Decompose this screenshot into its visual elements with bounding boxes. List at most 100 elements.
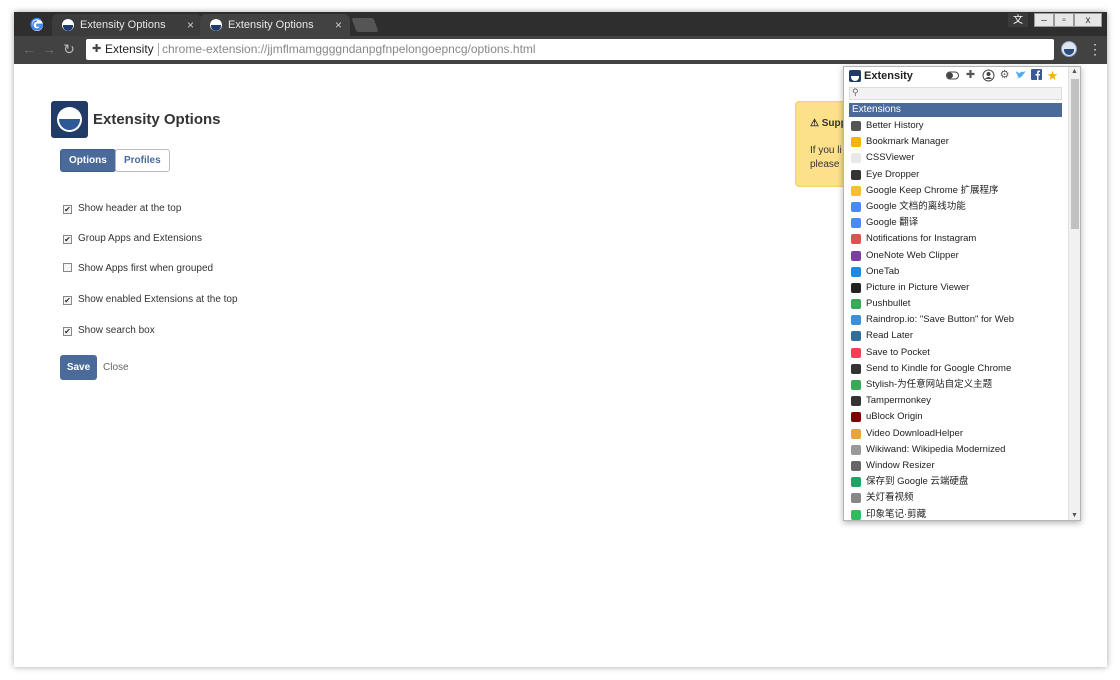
extension-label: Window Resizer (866, 459, 935, 471)
extension-item[interactable]: Google 文档的离线功能 (849, 199, 1064, 215)
extension-item[interactable]: Google Keep Chrome 扩展程序 (849, 183, 1064, 199)
forward-button[interactable]: → (40, 40, 58, 58)
option-row[interactable]: ✔ Show enabled Extensions at the top (63, 294, 238, 305)
new-tab-button[interactable] (351, 18, 379, 32)
close-tab-icon[interactable]: × (187, 14, 194, 36)
extension-item[interactable]: Tampermonkey (849, 393, 1064, 409)
address-bar[interactable]: ✚ Extensity chrome-extension://jjmflmamg… (86, 39, 1054, 60)
extension-icon (851, 282, 861, 293)
browser-tab[interactable]: Extensity Options × (52, 14, 202, 36)
extension-label: 印象笔记·剪藏 (866, 508, 927, 520)
extension-item[interactable]: Send to Kindle for Google Chrome (849, 361, 1064, 377)
star-icon[interactable]: ★ (1046, 69, 1059, 82)
close-tab-icon[interactable]: × (335, 14, 342, 36)
extension-item[interactable]: Google 翻译 (849, 215, 1064, 231)
extension-item[interactable]: Better History (849, 118, 1064, 134)
extension-item[interactable]: Pushbullet (849, 296, 1064, 312)
twitter-icon[interactable] (1014, 69, 1027, 82)
extension-item[interactable]: 关灯看视频 (849, 490, 1064, 506)
puzzle-icon[interactable]: ✚ (964, 69, 977, 82)
option-checkbox[interactable]: ✔ (63, 327, 72, 336)
option-checkbox[interactable] (63, 263, 72, 272)
toggle-icon[interactable] (946, 69, 959, 82)
extension-label: Save to Pocket (866, 346, 930, 358)
extensity-favicon-icon (210, 19, 222, 31)
extension-item[interactable]: Wikiwand: Wikipedia Modernized (849, 442, 1064, 458)
option-row[interactable]: ✔ Group Apps and Extensions (63, 233, 202, 244)
puzzle-icon: ✚ (92, 43, 102, 55)
browser-tab-active[interactable]: Extensity Options × (200, 14, 350, 36)
extension-icon (851, 412, 861, 423)
extension-label: OneTab (866, 265, 900, 277)
extension-label: 关灯看视频 (866, 492, 914, 504)
close-window-button[interactable]: x (1074, 13, 1102, 27)
popup-title: Extensity (864, 70, 913, 82)
extension-item[interactable]: OneTab (849, 264, 1064, 280)
tab-options[interactable]: Options (60, 149, 116, 172)
page-title: Extensity Options (93, 111, 221, 128)
extension-icon (851, 460, 861, 471)
extension-item[interactable]: uBlock Origin (849, 409, 1064, 425)
extension-icon (851, 347, 861, 358)
extension-item[interactable]: Raindrop.io: "Save Button" for Web (849, 312, 1064, 328)
option-checkbox[interactable]: ✔ (63, 296, 72, 305)
extension-item[interactable]: CSSViewer (849, 150, 1064, 166)
option-checkbox[interactable]: ✔ (63, 235, 72, 244)
divider (158, 43, 159, 56)
browser-toolbar: ← → ↻ ✚ Extensity chrome-extension://jjm… (14, 36, 1107, 64)
extension-item[interactable]: OneNote Web Clipper (849, 248, 1064, 264)
option-row[interactable]: ✔ Show search box (63, 325, 155, 336)
extension-label: OneNote Web Clipper (866, 249, 959, 261)
maximize-button[interactable]: ▫ (1054, 13, 1074, 27)
extension-label: Better History (866, 120, 924, 131)
extension-item[interactable]: Read Later (849, 328, 1064, 344)
browser-menu-icon[interactable]: ⋮ (1088, 40, 1102, 58)
popup-search-input[interactable]: ⚲ (849, 87, 1062, 100)
tab-profiles[interactable]: Profiles (115, 149, 170, 172)
extension-icon (851, 121, 861, 131)
minimize-button[interactable]: – (1034, 13, 1054, 27)
extension-icon (851, 363, 861, 374)
support-text: If you li (810, 145, 842, 156)
extension-item[interactable]: 保存到 Google 云端硬盘 (849, 474, 1064, 490)
extensity-logo-icon (849, 70, 861, 82)
option-label: Show enabled Extensions at the top (78, 294, 238, 305)
gear-icon[interactable]: ⚙ (998, 69, 1011, 82)
extension-item[interactable]: Picture in Picture Viewer (849, 280, 1064, 296)
extension-item[interactable]: Window Resizer (849, 458, 1064, 474)
extension-item[interactable]: Video DownloadHelper (849, 426, 1064, 442)
extension-item[interactable]: Save to Pocket (849, 345, 1064, 361)
scroll-down-icon[interactable]: ▼ (1071, 512, 1078, 519)
back-button[interactable]: ← (20, 40, 38, 58)
google-icon[interactable] (24, 15, 50, 35)
translate-icon[interactable]: 文 (1008, 13, 1028, 27)
extension-icon (851, 201, 861, 212)
extension-label: Video DownloadHelper (866, 427, 963, 439)
extension-item[interactable]: 印象笔记·剪藏 (849, 507, 1064, 521)
extension-item[interactable]: Bookmark Manager (849, 134, 1064, 150)
extension-icon (851, 509, 861, 520)
extension-label: CSSViewer (866, 152, 915, 164)
extension-item[interactable]: Stylish-为任意网站自定义主题 (849, 377, 1064, 393)
popup-header: Extensity ✚ ⚙ ★ (844, 67, 1068, 87)
option-checkbox[interactable]: ✔ (63, 205, 72, 214)
close-link[interactable]: Close (103, 362, 129, 373)
extension-icon (851, 169, 861, 180)
save-button[interactable]: Save (60, 355, 97, 380)
scrollbar-thumb[interactable] (1071, 79, 1079, 229)
extension-item[interactable]: Notifications for Instagram (849, 231, 1064, 247)
extension-icon (851, 477, 861, 488)
profile-icon[interactable] (982, 69, 995, 82)
extension-item[interactable]: Eye Dropper (849, 167, 1064, 183)
option-label: Group Apps and Extensions (78, 233, 202, 244)
facebook-icon[interactable] (1030, 69, 1043, 82)
scroll-up-icon[interactable]: ▲ (1071, 68, 1078, 75)
extensity-toolbar-icon[interactable] (1061, 41, 1077, 57)
extensity-popup: Extensity ✚ ⚙ ★ ⚲ Extensions Better Hist… (843, 66, 1081, 521)
option-row[interactable]: ✔ Show header at the top (63, 203, 181, 214)
option-row[interactable]: Show Apps first when grouped (63, 263, 213, 274)
extension-icon (851, 218, 861, 229)
reload-button[interactable]: ↻ (60, 40, 78, 58)
extension-label: Read Later (866, 330, 914, 342)
popup-scrollbar[interactable]: ▲ ▼ (1068, 67, 1080, 520)
